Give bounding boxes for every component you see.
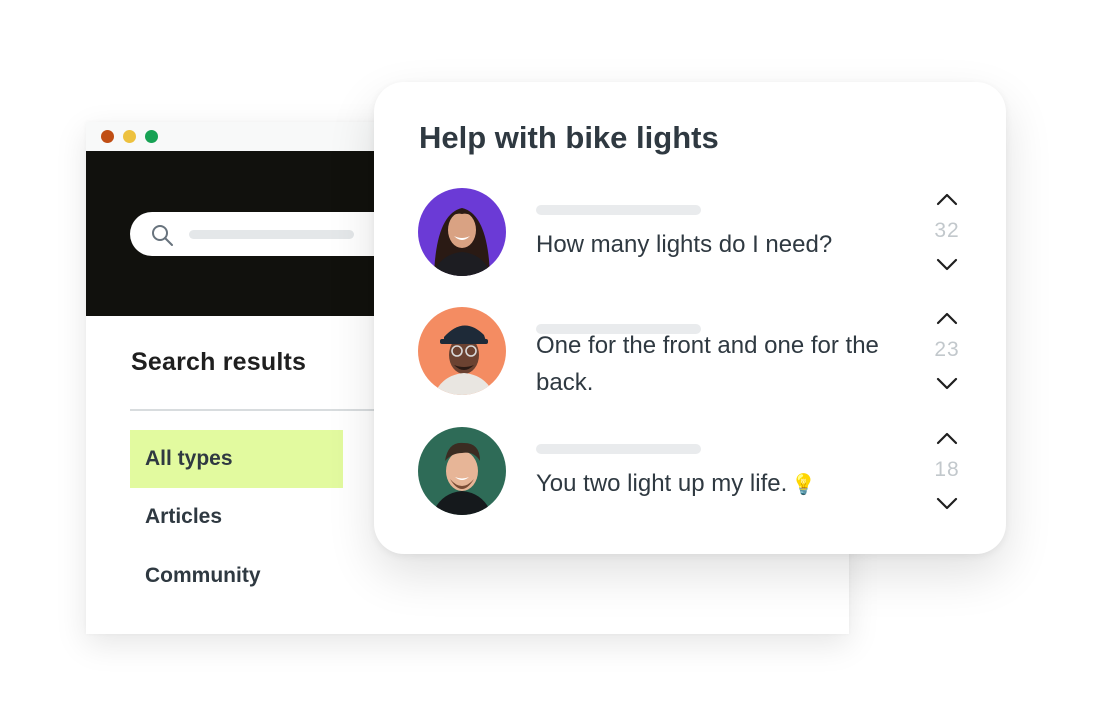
avatar bbox=[418, 188, 506, 276]
downvote-button[interactable] bbox=[935, 376, 959, 392]
downvote-button[interactable] bbox=[935, 257, 959, 273]
post-text: How many lights do I need? bbox=[536, 231, 833, 258]
list-item: How many lights do I need? 32 bbox=[374, 187, 1006, 297]
filter-community[interactable]: Community bbox=[130, 547, 343, 605]
downvote-button[interactable] bbox=[935, 496, 959, 512]
post-text: One for the front and one for the back. bbox=[536, 332, 879, 396]
list-item: You two light up my life. 💡 18 bbox=[374, 426, 1006, 536]
vote-control: 32 bbox=[930, 187, 964, 277]
vote-count: 23 bbox=[934, 338, 960, 361]
search-placeholder-line bbox=[189, 230, 354, 239]
author-name-placeholder bbox=[536, 444, 701, 454]
close-window-button[interactable] bbox=[101, 130, 114, 143]
post-text: You two light up my life. 💡 bbox=[536, 465, 896, 504]
card-title: Help with bike lights bbox=[419, 120, 719, 155]
post-text-content: You two light up my life. bbox=[536, 470, 788, 497]
author-name-placeholder bbox=[536, 205, 701, 215]
page-title: Search results bbox=[131, 348, 307, 376]
vote-count: 32 bbox=[934, 219, 960, 242]
vote-control: 23 bbox=[930, 306, 964, 396]
upvote-button[interactable] bbox=[935, 191, 959, 207]
upvote-button[interactable] bbox=[935, 310, 959, 326]
vote-control: 18 bbox=[930, 426, 964, 516]
lightbulb-icon: 💡 bbox=[791, 474, 817, 496]
vote-count: 18 bbox=[934, 458, 960, 481]
community-post-card: Help with bike lights How many lights do… bbox=[374, 82, 1006, 554]
avatar bbox=[418, 427, 506, 515]
filter-all-types[interactable]: All types bbox=[130, 430, 343, 488]
search-icon bbox=[150, 223, 174, 247]
maximize-window-button[interactable] bbox=[145, 130, 158, 143]
avatar bbox=[418, 307, 506, 395]
upvote-button[interactable] bbox=[935, 430, 959, 446]
minimize-window-button[interactable] bbox=[123, 130, 136, 143]
filter-articles[interactable]: Articles bbox=[130, 488, 343, 546]
list-item: One for the front and one for the back. … bbox=[374, 306, 1006, 416]
